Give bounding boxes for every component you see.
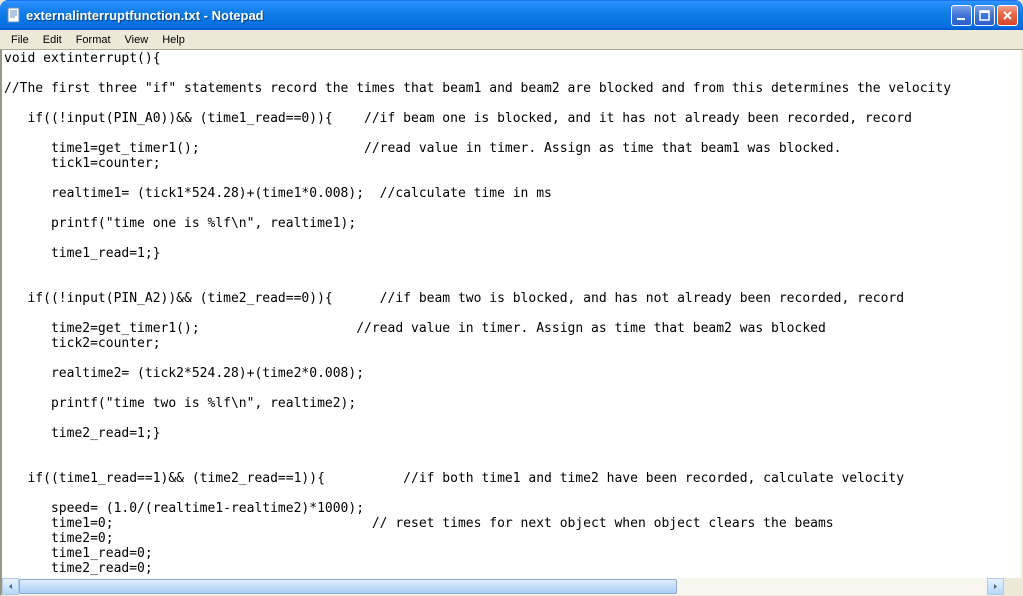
notepad-icon xyxy=(6,7,22,23)
window-controls xyxy=(951,5,1018,26)
menu-help[interactable]: Help xyxy=(155,32,192,48)
scroll-right-button[interactable] xyxy=(987,578,1004,595)
scrollbar-track[interactable] xyxy=(19,578,987,595)
scroll-left-button[interactable] xyxy=(2,578,19,595)
window-title: externalinterruptfunction.txt - Notepad xyxy=(26,8,951,23)
menubar: File Edit Format View Help xyxy=(0,30,1023,50)
menu-view[interactable]: View xyxy=(118,32,156,48)
horizontal-scrollbar xyxy=(2,577,1021,594)
scrollbar-thumb[interactable] xyxy=(19,579,677,594)
titlebar: externalinterruptfunction.txt - Notepad xyxy=(0,0,1023,30)
menu-edit[interactable]: Edit xyxy=(36,32,69,48)
editor-container: void extinterrupt(){ //The first three "… xyxy=(0,50,1023,596)
close-button[interactable] xyxy=(997,5,1018,26)
menu-format[interactable]: Format xyxy=(69,32,118,48)
text-editor[interactable]: void extinterrupt(){ //The first three "… xyxy=(2,50,1021,577)
maximize-button[interactable] xyxy=(974,5,995,26)
minimize-button[interactable] xyxy=(951,5,972,26)
resize-grip[interactable] xyxy=(1004,578,1021,595)
menu-file[interactable]: File xyxy=(4,32,36,48)
